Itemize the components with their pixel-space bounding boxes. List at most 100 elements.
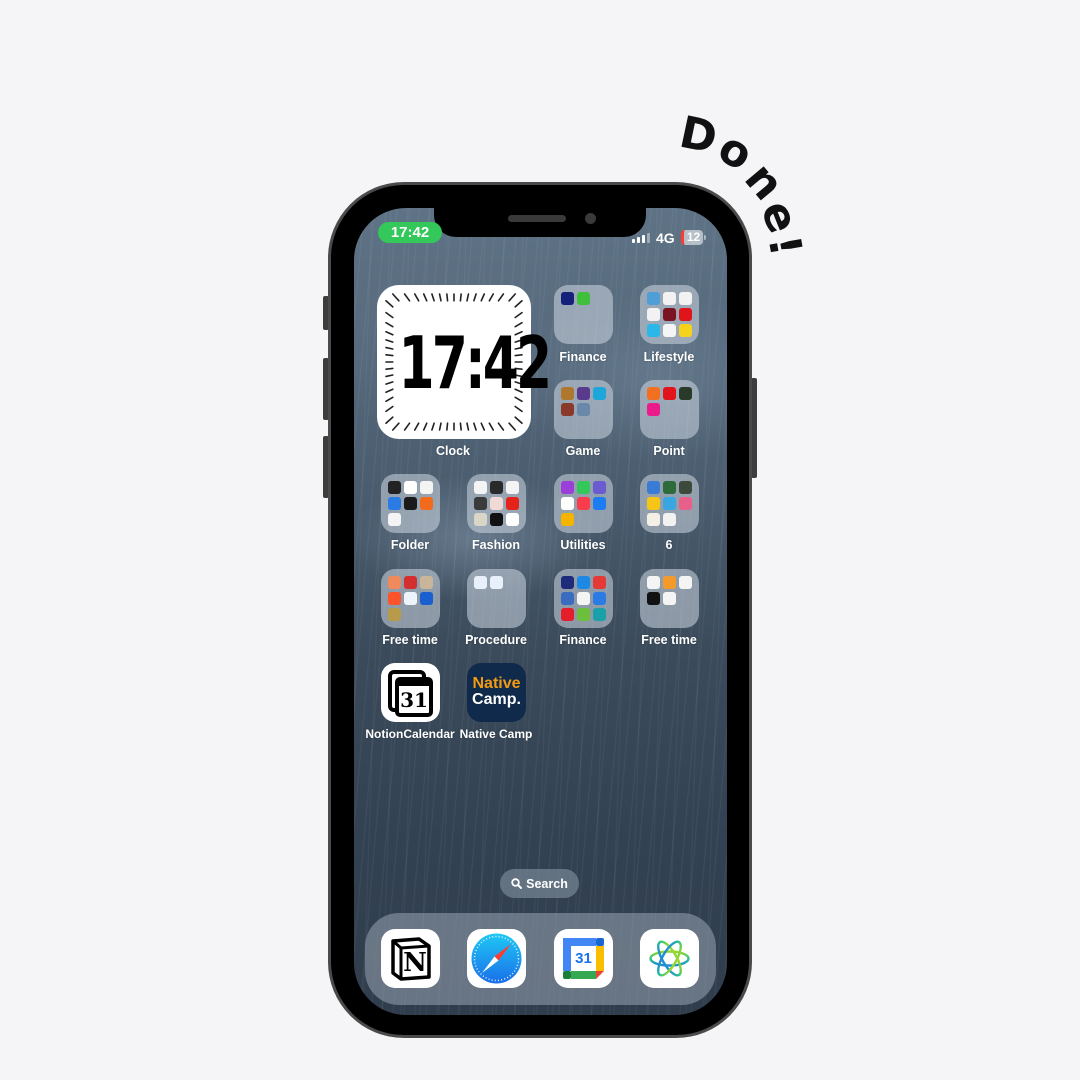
folder-label: Free time	[382, 633, 438, 647]
app-notion-calendar[interactable]: 31	[381, 663, 440, 722]
speaker-grille	[508, 215, 566, 222]
folder-app-icon	[679, 308, 692, 321]
dock-app-safari[interactable]	[467, 929, 526, 988]
folder-label: Game	[565, 444, 601, 458]
folder-point[interactable]	[640, 380, 699, 439]
clock-tick	[446, 422, 449, 431]
folder-app-icon	[388, 513, 401, 526]
folder-app-icon	[561, 292, 574, 305]
dock-app-ai[interactable]	[640, 929, 699, 988]
clock-tick	[438, 293, 442, 302]
front-camera	[585, 213, 596, 224]
folder-app-icon	[663, 292, 676, 305]
folder-app-icon	[593, 576, 606, 589]
folder-finance[interactable]	[554, 285, 613, 344]
clock-tick	[466, 422, 470, 431]
folder-free-time[interactable]	[381, 569, 440, 628]
folder-app-icon	[506, 513, 519, 526]
folder-app-icon	[474, 576, 487, 589]
notion-calendar-date: 31	[400, 688, 428, 712]
folder-6[interactable]	[640, 474, 699, 533]
folder-app-icon	[577, 292, 590, 305]
folder-app-icon	[388, 481, 401, 494]
folder-app-icon	[474, 497, 487, 510]
battery-icon: 12	[681, 230, 703, 245]
folder-app-icon	[577, 387, 590, 400]
google-calendar-date: 31	[575, 950, 592, 967]
folder-app-icon	[577, 576, 590, 589]
native-camp-icon: Native Camp.	[467, 676, 526, 708]
ai-app-icon	[649, 940, 690, 977]
folder-app-icon	[561, 387, 574, 400]
clock-tick	[385, 321, 394, 328]
folder-app-icon	[561, 592, 574, 605]
folder-free-time-2[interactable]	[640, 569, 699, 628]
clock-tick	[403, 422, 411, 431]
native-camp-word-2: Camp.	[472, 691, 521, 708]
folder-app-icon	[490, 513, 503, 526]
app-label: Native Camp	[459, 727, 533, 741]
folder-fashion[interactable]	[467, 474, 526, 533]
folder-app-icon	[663, 324, 676, 337]
clock-tick	[514, 416, 523, 425]
folder-app-icon	[388, 576, 401, 589]
search-button[interactable]: Search	[500, 869, 579, 898]
clock-tick	[422, 293, 428, 302]
folder-procedure[interactable]	[467, 569, 526, 628]
search-label: Search	[526, 876, 568, 891]
folder-folder[interactable]	[381, 474, 440, 533]
folder-app-icon	[490, 497, 503, 510]
clock-tick	[422, 422, 428, 431]
clock-tick	[497, 422, 505, 431]
clock-tick	[480, 422, 486, 431]
native-camp-word-1: Native	[472, 675, 521, 692]
clock-widget[interactable]: 17:42	[377, 285, 552, 439]
clock-tick	[385, 374, 394, 378]
dock-app-google-calendar[interactable]: 31	[554, 929, 613, 988]
folder-app-icon	[490, 481, 503, 494]
folder-label: Point	[653, 444, 685, 458]
folder-lifestyle[interactable]	[640, 285, 699, 344]
folder-app-icon	[647, 403, 660, 416]
folder-utilities[interactable]	[554, 474, 613, 533]
folder-app-icon	[577, 497, 590, 510]
folder-game[interactable]	[554, 380, 613, 439]
folder-label: Free time	[641, 633, 697, 647]
folder-app-icon	[647, 513, 660, 526]
folder-label: Procedure	[465, 633, 527, 647]
clock-tick	[391, 422, 400, 431]
folder-app-icon	[663, 576, 676, 589]
folder-label: Lifestyle	[643, 350, 695, 364]
clock-tick	[488, 422, 495, 431]
clock-tick	[385, 299, 394, 308]
folder-app-icon	[647, 497, 660, 510]
folder-app-icon	[561, 576, 574, 589]
folder-app-icon	[561, 513, 574, 526]
folder-app-icon	[647, 576, 660, 589]
folder-label: Finance	[559, 633, 607, 647]
clock-tick	[488, 293, 495, 302]
safari-icon	[471, 933, 522, 984]
clock-tick	[514, 311, 523, 319]
clock-tick	[459, 422, 462, 431]
clock-tick	[508, 293, 517, 302]
folder-app-icon	[577, 592, 590, 605]
folder-app-icon	[647, 387, 660, 400]
clock-tick	[385, 416, 394, 425]
folder-app-icon	[561, 481, 574, 494]
dock-app-notion[interactable]: N	[381, 929, 440, 988]
folder-app-icon	[663, 387, 676, 400]
clock-tick	[385, 381, 394, 385]
folder-app-icon	[593, 592, 606, 605]
status-time[interactable]: 17:42	[378, 222, 442, 243]
clock-tick	[473, 422, 477, 431]
clock-tick	[385, 388, 394, 394]
folder-app-icon	[577, 403, 590, 416]
folder-app-icon	[404, 592, 417, 605]
folder-app-icon	[388, 592, 401, 605]
folder-finance-2[interactable]	[554, 569, 613, 628]
folder-label: Folder	[390, 538, 430, 552]
folder-app-icon	[647, 308, 660, 321]
app-native-camp[interactable]: Native Camp.	[467, 663, 526, 722]
clock-tick	[385, 354, 394, 357]
